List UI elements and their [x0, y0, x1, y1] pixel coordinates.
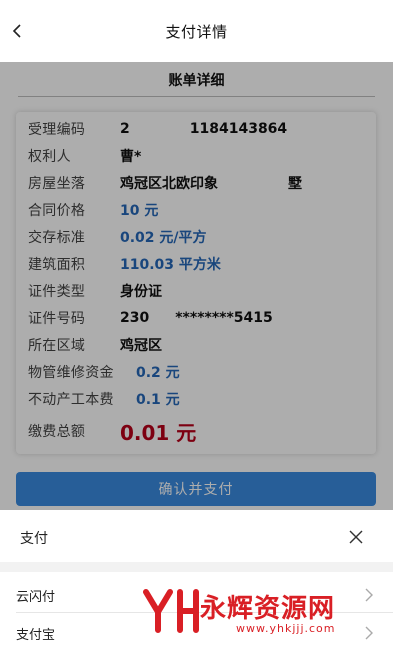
detail-value-tail: ********5415 — [175, 310, 273, 326]
confirm-pay-button[interactable]: 确认并支付 — [16, 472, 376, 506]
redaction-mask — [129, 121, 190, 137]
payment-sheet: 支付 云闪付 支付宝 — [0, 510, 393, 650]
detail-value: 110.03 平方米 — [120, 257, 221, 273]
detail-value: 2 — [120, 121, 130, 137]
detail-value: 身份证 — [120, 284, 162, 300]
detail-row-accept-code: 受理编码 2 1184143864 — [28, 118, 287, 140]
detail-label: 不动产工本费 — [28, 392, 114, 408]
section-divider — [18, 96, 375, 97]
detail-value-tail: 1184143864 — [189, 121, 288, 137]
detail-label: 证件号码 — [28, 311, 86, 327]
detail-row-maintenance-fund: 物管维修资金 0.2 元 — [28, 361, 180, 383]
detail-value: 曹* — [120, 149, 142, 165]
pay-option-alipay[interactable]: 支付宝 — [0, 616, 393, 650]
detail-label: 建筑面积 — [28, 257, 86, 273]
detail-row-building-area: 建筑面积 110.03 平方米 — [28, 253, 221, 275]
detail-value: 鸡冠区北欧印象 — [120, 176, 218, 192]
back-button[interactable] — [6, 20, 28, 42]
detail-label: 缴费总额 — [28, 424, 86, 440]
detail-row-total: 缴费总额 0.01 元 — [28, 417, 196, 445]
detail-label: 权利人 — [28, 149, 71, 165]
detail-value-tail: 墅 — [288, 176, 302, 192]
detail-row-contract-price: 合同价格 10 元 — [28, 199, 158, 221]
sheet-header: 支付 — [0, 510, 393, 562]
bill-content: 账单详细 受理编码 2 1184143864 权利人 曹* 房屋坐落 鸡冠区北欧印… — [0, 62, 393, 510]
pay-option-label: 支付宝 — [16, 628, 56, 643]
detail-value: 10 元 — [120, 203, 159, 219]
pay-option-unionpay[interactable]: 云闪付 — [0, 578, 393, 614]
detail-value: 230 — [120, 310, 150, 326]
option-divider — [16, 612, 393, 613]
detail-row-address: 房屋坐落 鸡冠区北欧印象 墅 — [28, 172, 302, 194]
total-amount: 0.01 元 — [120, 420, 197, 445]
chevron-right-icon — [365, 588, 373, 602]
sheet-title: 支付 — [20, 531, 48, 547]
detail-label: 证件类型 — [28, 284, 86, 300]
detail-value: 0.2 元 — [136, 365, 180, 381]
chevron-left-icon — [12, 24, 21, 38]
bill-details-card: 受理编码 2 1184143864 权利人 曹* 房屋坐落 鸡冠区北欧印象 墅 合同… — [16, 112, 376, 454]
detail-label: 房屋坐落 — [28, 176, 86, 192]
detail-row-id-type: 证件类型 身份证 — [28, 280, 162, 302]
detail-label: 所在区域 — [28, 338, 86, 354]
detail-label: 物管维修资金 — [28, 365, 114, 381]
pay-option-label: 云闪付 — [16, 590, 56, 605]
detail-label: 交存标准 — [28, 230, 86, 246]
detail-row-cert-fee: 不动产工本费 0.1 元 — [28, 388, 180, 410]
detail-row-deposit-standard: 交存标准 0.02 元/平方 — [28, 226, 207, 248]
detail-label: 合同价格 — [28, 203, 86, 219]
detail-row-owner: 权利人 曹* — [28, 145, 141, 167]
detail-value: 鸡冠区 — [120, 338, 162, 354]
page-title: 支付详情 — [165, 22, 228, 41]
chevron-right-icon — [365, 626, 373, 640]
close-icon[interactable] — [347, 528, 365, 546]
detail-label: 受理编码 — [28, 122, 86, 138]
detail-row-region: 所在区域 鸡冠区 — [28, 334, 162, 356]
detail-value: 0.02 元/平方 — [120, 230, 207, 246]
detail-row-id-number: 证件号码 230 ********5415 — [28, 307, 273, 329]
redaction-mask — [149, 310, 176, 326]
sheet-divider — [0, 562, 393, 572]
top-navbar: 支付详情 — [0, 0, 393, 62]
detail-value: 0.1 元 — [136, 392, 180, 408]
section-title: 账单详细 — [168, 73, 225, 89]
redaction-mask — [218, 175, 288, 191]
